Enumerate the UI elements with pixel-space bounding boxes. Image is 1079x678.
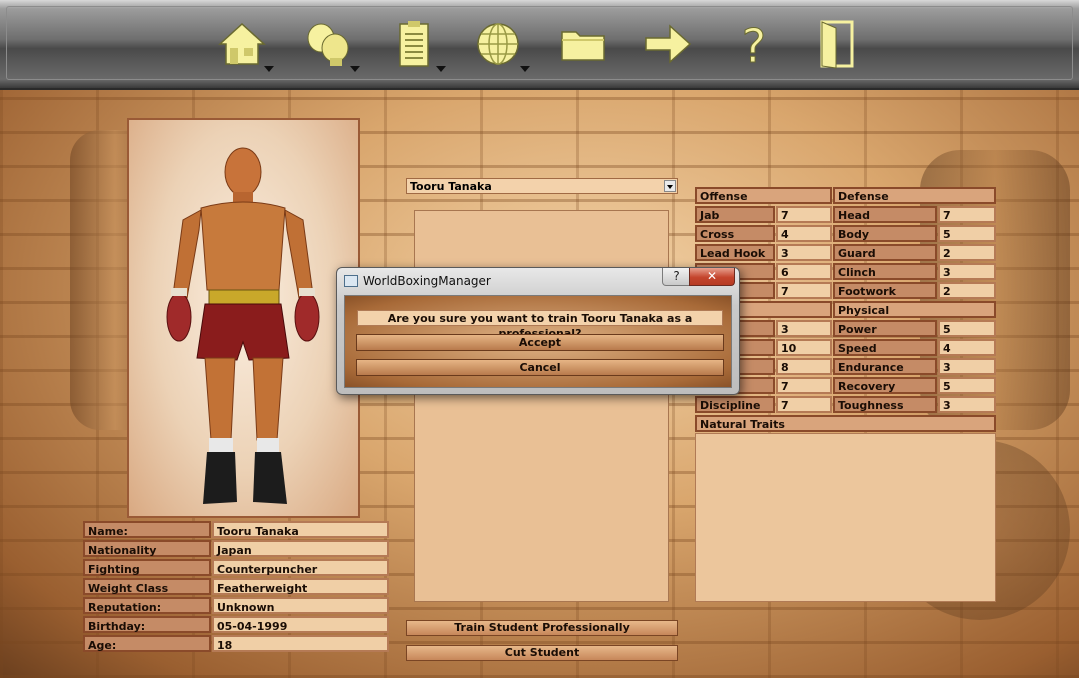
fighting-background-label: Fighting Background:: [83, 559, 211, 593]
stat-label: Lead Hook: [695, 244, 775, 261]
stat-value: 6: [776, 263, 832, 280]
accept-button[interactable]: Accept: [356, 334, 724, 351]
svg-text:?: ?: [742, 19, 766, 70]
stat-label: Discipline: [695, 396, 775, 413]
stat-label: Body Movement: [833, 225, 937, 256]
natural-traits-header: Natural Traits: [695, 415, 996, 432]
main-toolbar: ?: [0, 0, 1079, 90]
stat-value: 3: [776, 244, 832, 261]
stat-value: 5: [938, 320, 996, 337]
natural-traits-list[interactable]: [695, 433, 996, 602]
stat-label: Cross: [695, 225, 775, 242]
weight-class-value: Featherweight: [212, 578, 389, 595]
stat-value: 4: [938, 339, 996, 356]
stat-value: 5: [938, 225, 996, 242]
student-select-value: Tooru Tanaka: [410, 180, 492, 193]
confirm-dialog: WorldBoxingManager ? ✕ Are you sure you …: [336, 267, 740, 395]
stat-label: Power: [833, 320, 937, 337]
name-label: Name:: [83, 521, 211, 538]
home-icon[interactable]: [216, 18, 274, 74]
weight-class-label: Weight Class: [83, 578, 211, 595]
app-icon: [344, 275, 358, 287]
reputation-label: Reputation:: [83, 597, 211, 614]
fighting-background-value: Counterpuncher: [212, 559, 389, 576]
stat-label: Endurance: [833, 358, 937, 375]
stat-value: 7: [776, 206, 832, 223]
stat-value: 3: [938, 396, 996, 413]
age-label: Age:: [83, 635, 211, 652]
age-value: 18: [212, 635, 389, 652]
nationality-label: Nationality: [83, 540, 211, 557]
globe-icon[interactable]: [472, 18, 530, 74]
nationality-value: Japan: [212, 540, 389, 557]
student-select[interactable]: Tooru Tanaka: [406, 178, 678, 194]
stat-label: Recovery: [833, 377, 937, 394]
chevron-down-icon[interactable]: [664, 180, 676, 192]
exit-door-icon[interactable]: [812, 18, 868, 74]
stat-value: 8: [776, 358, 832, 375]
boxing-gloves-icon[interactable]: [302, 18, 360, 74]
folder-icon[interactable]: [558, 18, 614, 74]
stat-value: 2: [938, 282, 996, 299]
stat-label: Guard: [833, 244, 937, 261]
cut-student-button[interactable]: Cut Student: [406, 645, 678, 661]
stat-value: 7: [776, 377, 832, 394]
boxer-portrait: [127, 118, 360, 518]
dialog-body: Are you sure you want to train Tooru Tan…: [344, 295, 732, 388]
stat-value: 4: [776, 225, 832, 242]
stat-value: 5: [938, 377, 996, 394]
stat-value: 2: [938, 244, 996, 261]
stat-value: 3: [776, 320, 832, 337]
physical-header: Physical: [833, 301, 996, 318]
stat-value: 3: [938, 358, 996, 375]
stat-value: 7: [776, 396, 832, 413]
question-icon[interactable]: ?: [728, 18, 784, 74]
help-button[interactable]: ?: [662, 268, 691, 286]
defense-header: Defense: [833, 187, 996, 204]
dialog-title: WorldBoxingManager: [363, 274, 491, 288]
reputation-value: Unknown: [212, 597, 389, 614]
stat-value: 7: [776, 282, 832, 299]
birthday-label: Birthday:: [83, 616, 211, 633]
clipboard-icon[interactable]: [388, 18, 446, 74]
name-value: Tooru Tanaka: [212, 521, 389, 538]
close-button[interactable]: ✕: [689, 268, 735, 286]
stat-value: 7: [938, 206, 996, 223]
stat-label: Clinch: [833, 263, 937, 280]
train-student-button[interactable]: Train Student Professionally: [406, 620, 678, 636]
stat-label: Jab: [695, 206, 775, 223]
confirm-question: Are you sure you want to train Tooru Tan…: [357, 310, 723, 340]
birthday-value: 05-04-1999: [212, 616, 389, 633]
arrow-right-icon[interactable]: [642, 18, 698, 74]
cancel-button[interactable]: Cancel: [356, 359, 724, 376]
stat-label: Toughness: [833, 396, 937, 413]
stat-value: 10: [776, 339, 832, 356]
stat-label: Footwork: [833, 282, 937, 299]
stat-label: Speed: [833, 339, 937, 356]
stat-value: 3: [938, 263, 996, 280]
stat-label: Head Movement: [833, 206, 937, 237]
offense-header: Offense: [695, 187, 832, 204]
